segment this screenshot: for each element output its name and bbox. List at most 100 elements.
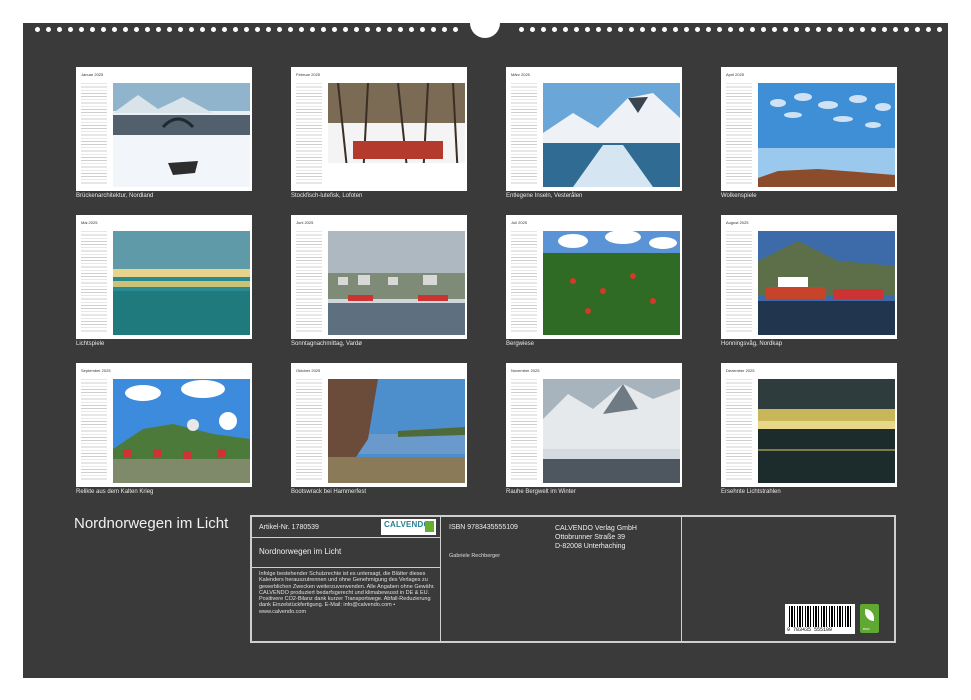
binding-hole <box>189 27 194 32</box>
barcode: 9 783435 555109 <box>785 604 855 634</box>
binding-hole <box>387 27 392 32</box>
binding-hole <box>640 27 645 32</box>
binding-hole <box>332 27 337 32</box>
binding-hole <box>255 27 260 32</box>
month-caption: Wolkenspiele <box>721 193 757 199</box>
month-label: Dezember 2025 <box>726 368 755 373</box>
publisher-street: Ottobrunner Straße 39 <box>555 534 626 541</box>
binding-hole <box>233 27 238 32</box>
binding-hole <box>398 27 403 32</box>
month-caption: Relikte aus dem Kalten Krieg <box>76 489 154 495</box>
binding-hole <box>68 27 73 32</box>
month-label: Oktober 2025 <box>296 368 321 373</box>
binding-hole <box>794 27 799 32</box>
month-photo <box>113 379 250 483</box>
binding-hole <box>739 27 744 32</box>
month-label: Juli 2025 <box>511 220 528 225</box>
binding-hole <box>123 27 128 32</box>
binding-hole <box>926 27 931 32</box>
binding-hole <box>288 27 293 32</box>
publisher-city: D-82008 Unterhaching <box>555 543 626 550</box>
binding-hole <box>541 27 546 32</box>
month-caption: Brückenarchitektur, Nordland <box>76 193 154 199</box>
calvendo-logo: CALVENDO <box>381 519 436 535</box>
binding-hole <box>937 27 942 32</box>
binding-hole <box>706 27 711 32</box>
binding-hole <box>596 27 601 32</box>
month-photo <box>543 231 680 335</box>
binding-hole <box>35 27 40 32</box>
month-label: Februar 2025 <box>296 72 321 77</box>
binding-hole <box>57 27 62 32</box>
binding-hole <box>618 27 623 32</box>
month-thumbnail: Mai 2025 <box>76 215 252 339</box>
legal-text: Infolge bestehender Schutzrechte ist es … <box>259 571 435 615</box>
date-lines <box>726 81 752 185</box>
binding-hole <box>904 27 909 32</box>
binding-hole <box>376 27 381 32</box>
month-label: August 2025 <box>726 220 749 225</box>
binding-hole <box>772 27 777 32</box>
date-lines <box>511 81 537 185</box>
binding-hole <box>585 27 590 32</box>
binding-hole <box>717 27 722 32</box>
binding-hole <box>112 27 117 32</box>
month-label: November 2025 <box>511 368 540 373</box>
month-caption: Sonntagnachmittag, Vardø <box>291 341 362 347</box>
title-cell: Nordnorwegen im Licht <box>251 537 441 568</box>
binding-hole <box>46 27 51 32</box>
month-photo <box>328 379 465 483</box>
binding-hole <box>431 27 436 32</box>
binding-hole <box>849 27 854 32</box>
date-lines <box>296 229 322 333</box>
month-photo <box>113 231 250 335</box>
month-thumbnail: Oktober 2025 <box>291 363 467 487</box>
date-lines <box>296 377 322 481</box>
binding-hole <box>90 27 95 32</box>
month-caption: Stockfisch-lutefisk, Lofoten <box>291 193 363 199</box>
hanger-cutout <box>470 8 500 38</box>
month-photo <box>758 231 895 335</box>
month-photo <box>543 83 680 187</box>
binding-hole <box>662 27 667 32</box>
binding-hole <box>684 27 689 32</box>
binding-hole <box>79 27 84 32</box>
month-thumbnail: Januar 2025 <box>76 67 252 191</box>
date-lines <box>511 377 537 481</box>
binding-hole <box>750 27 755 32</box>
binding-hole <box>651 27 656 32</box>
binding-hole <box>222 27 227 32</box>
legal-cell: Infolge bestehender Schutzrechte ist es … <box>251 567 441 642</box>
binding-hole <box>761 27 766 32</box>
month-thumbnail: Juli 2025 <box>506 215 682 339</box>
binding-hole <box>200 27 205 32</box>
date-lines <box>81 377 107 481</box>
month-thumbnail: November 2025 <box>506 363 682 487</box>
publisher-address: CALVENDO Verlag GmbH Ottobrunner Straße … <box>555 524 637 551</box>
binding-hole <box>453 27 458 32</box>
binding-hole <box>816 27 821 32</box>
calendar-title: Nordnorwegen im Licht <box>74 515 229 532</box>
binding-hole <box>728 27 733 32</box>
month-photo <box>758 83 895 187</box>
month-label: Juni 2025 <box>296 220 314 225</box>
binding-hole <box>882 27 887 32</box>
publisher-cell: ISBN 9783435555109 CALVENDO Verlag GmbH … <box>440 516 682 642</box>
binding-hole <box>244 27 249 32</box>
date-lines <box>726 377 752 481</box>
binding-hole <box>211 27 216 32</box>
binding-hole <box>563 27 568 32</box>
month-caption: Ersehnte Lichtstrahlen <box>721 489 781 495</box>
binding-hole <box>860 27 865 32</box>
binding-hole <box>321 27 326 32</box>
month-thumbnail: März 2025 <box>506 67 682 191</box>
month-thumbnail: September 2025 <box>76 363 252 487</box>
logo-mark-icon <box>425 521 434 532</box>
binding-hole <box>409 27 414 32</box>
month-thumbnail: Februar 2025 <box>291 67 467 191</box>
binding-hole <box>607 27 612 32</box>
month-label: April 2025 <box>726 72 745 77</box>
binding-hole <box>552 27 557 32</box>
month-photo <box>328 83 465 187</box>
month-caption: Bootswrack bei Hammerfest <box>291 489 367 495</box>
